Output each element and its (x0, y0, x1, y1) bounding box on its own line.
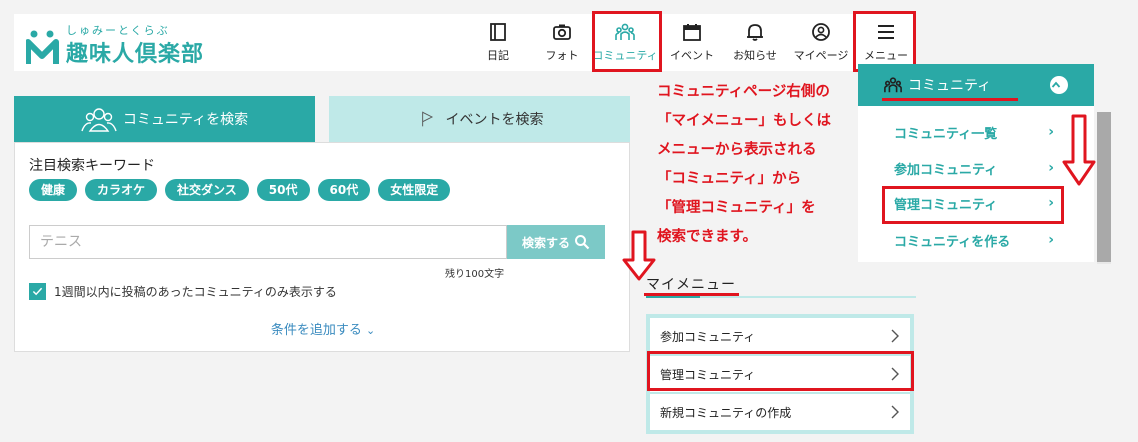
nav-label: 日記 (487, 49, 509, 62)
nav-photo[interactable]: フォト (540, 14, 584, 71)
chevron-right-icon (891, 405, 899, 419)
mymenu-item-create[interactable]: 新規コミュニティの作成 (650, 394, 910, 430)
flag-icon (421, 111, 433, 127)
dropdown-item-list[interactable]: コミュニティ一覧 › (894, 115, 1054, 149)
chevron-down-icon: ⌄ (365, 324, 376, 337)
recent-filter[interactable]: 1週間以内に投稿のあったコミュニティのみ表示する (29, 283, 337, 300)
mymenu-item-label: 管理コミュニティ (660, 367, 756, 382)
search-row: 検索する (29, 225, 605, 259)
mymenu-title: マイメニュー (646, 277, 736, 293)
mymenu-item-joined[interactable]: 参加コミュニティ (650, 318, 910, 354)
search-button-label: 検索する (521, 235, 570, 250)
annotation-line: 「管理コミュニティ」を (657, 200, 816, 216)
bell-icon (747, 24, 763, 41)
annotation-line: コミュニティページ右側の (657, 84, 830, 100)
search-panel: コミュニティを検索 イベントを検索 注目検索キーワード 健康 カラオケ 社交ダン… (14, 96, 630, 352)
logo-m-icon (26, 30, 59, 64)
people-icon (81, 108, 117, 132)
annotation-line: 検索できます。 (657, 229, 758, 245)
nav-label: フォト (545, 49, 579, 62)
scrollbar-thumb[interactable] (1097, 112, 1111, 262)
nav-mypage[interactable]: マイページ (790, 14, 852, 71)
add-condition-link[interactable]: 条件を追加する ⌄ (15, 319, 631, 338)
recent-filter-checkbox[interactable] (29, 283, 46, 300)
chevron-right-icon: › (1048, 160, 1054, 176)
nav-label: メニュー (864, 49, 908, 62)
annotation-text: コミュニティページ右側の 「マイメニュー」もしくは メニューから表示される 「コ… (657, 78, 857, 252)
nav-menu[interactable]: メニュー (860, 14, 912, 71)
keyword-chip[interactable]: 社交ダンス (165, 179, 249, 201)
nav-diary[interactable]: 日記 (476, 14, 520, 71)
search-panel-body: 注目検索キーワード 健康 カラオケ 社交ダンス 50代 60代 女性限定 検索す… (14, 142, 630, 352)
mymenu-item-label: 新規コミュニティの作成 (660, 405, 792, 420)
mymenu-list: 参加コミュニティ 管理コミュニティ 新規コミュニティの作成 (646, 314, 914, 434)
dropdown-item-label: コミュニティを作る (894, 234, 1011, 250)
keyword-chip[interactable]: 女性限定 (378, 179, 451, 201)
diary-icon (490, 23, 506, 41)
chevron-up-icon (1051, 81, 1061, 88)
annotation-line: 「マイメニュー」もしくは (657, 113, 831, 129)
char-limit: 残り100文字 (445, 269, 505, 280)
checkmark-icon (32, 287, 43, 296)
dropdown-item-label: コミュニティ一覧 (894, 126, 998, 142)
annotation-line: 「コミュニティ」から (657, 171, 802, 187)
dropdown-item-managed[interactable]: 管理コミュニティ › (894, 186, 1054, 220)
dropdown-header-label: コミュニティ (908, 78, 992, 94)
search-input[interactable] (29, 225, 507, 259)
dropdown-item-label: 管理コミュニティ (894, 197, 998, 213)
dropdown-item-create[interactable]: コミュニティを作る › (894, 223, 1054, 257)
chevron-right-icon (891, 367, 899, 381)
add-condition-label: 条件を追加する (270, 323, 362, 338)
nav-community[interactable]: コミュニティ (592, 14, 658, 71)
dropdown-item-joined[interactable]: 参加コミュニティ › (894, 151, 1054, 185)
menu-dropdown: コミュニティ コミュニティ一覧 › 参加コミュニティ › 管理コミュニティ › … (858, 64, 1094, 262)
site-header: しゅみーとくらぶ 趣味人倶楽部 日記 フォト コミュニティ イベント お知らせ … (14, 14, 916, 71)
keyword-chip[interactable]: 健康 (29, 179, 78, 201)
search-button[interactable]: 検索する (507, 225, 605, 259)
dropdown-item-label: 参加コミュニティ (894, 162, 998, 178)
hamburger-icon (878, 25, 894, 39)
down-arrow-icon (1062, 114, 1096, 186)
tab-community-search[interactable]: コミュニティを検索 (14, 96, 315, 142)
camera-icon (553, 24, 571, 40)
nav-event[interactable]: イベント (668, 14, 716, 71)
keyword-chips: 健康 カラオケ 社交ダンス 50代 60代 女性限定 (29, 179, 451, 201)
keyword-chip[interactable]: カラオケ (85, 179, 158, 201)
dropdown-header-underline (882, 98, 1018, 101)
tab-event-search[interactable]: イベントを検索 (329, 96, 630, 142)
nav-label: お知らせ (733, 49, 777, 62)
keyword-chip[interactable]: 50代 (256, 179, 310, 201)
nav-notifications[interactable]: お知らせ (730, 14, 780, 71)
keyword-title: 注目検索キーワード (29, 158, 155, 174)
calendar-icon (683, 24, 701, 41)
collapse-button[interactable] (1050, 76, 1068, 94)
nav-label: マイページ (793, 49, 849, 62)
nav-label: コミュニティ (592, 49, 658, 62)
chevron-right-icon: › (1048, 232, 1054, 248)
community-icon (884, 77, 902, 93)
logo-title: 趣味人倶楽部 (66, 42, 205, 67)
community-icon (615, 23, 635, 40)
chevron-right-icon (891, 329, 899, 343)
tab-label: イベントを検索 (445, 112, 544, 128)
user-icon (812, 23, 830, 41)
search-icon (575, 235, 590, 250)
mymenu-divider-accent (646, 296, 700, 298)
mymenu-item-label: 参加コミュニティ (660, 329, 756, 344)
recent-filter-label: 1週間以内に投稿のあったコミュニティのみ表示する (54, 285, 337, 299)
nav-label: イベント (670, 49, 714, 62)
site-logo[interactable]: しゅみーとくらぶ 趣味人倶楽部 (26, 20, 226, 68)
keyword-chip[interactable]: 60代 (317, 179, 371, 201)
annotation-line: メニューから表示される (657, 142, 817, 158)
chevron-right-icon: › (1048, 124, 1054, 140)
chevron-right-icon: › (1048, 195, 1054, 211)
mymenu-item-managed[interactable]: 管理コミュニティ (650, 356, 910, 392)
tab-label: コミュニティを検索 (122, 112, 249, 128)
